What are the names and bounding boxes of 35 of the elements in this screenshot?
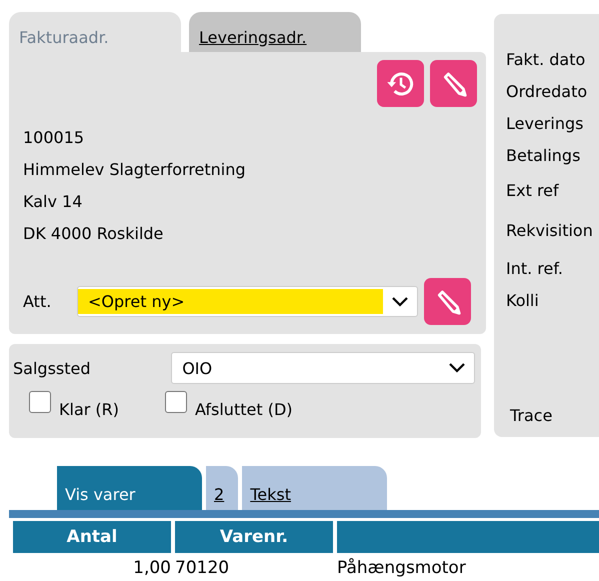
field-label: Ordredato — [506, 81, 588, 103]
checkbox-label: Klar (R) — [59, 399, 120, 419]
table-cell-text: 1,00 — [132, 557, 171, 580]
table-cell-text: Påhængsmotor — [337, 557, 467, 580]
history-button[interactable] — [377, 60, 424, 107]
lines-tab[interactable]: Vis varer — [57, 466, 202, 510]
edit-button[interactable] — [424, 278, 471, 325]
att-dropdown[interactable]: <Opret ny> — [77, 286, 418, 317]
field-label: Ext ref — [506, 180, 560, 202]
checkbox[interactable] — [165, 390, 188, 412]
address-tab[interactable]: Leveringsadr. — [189, 12, 361, 52]
address-line: Himmelev Slagterforretning — [23, 159, 247, 181]
column-header: Varenr. — [175, 521, 333, 553]
checkbox-label: Afsluttet (D) — [195, 399, 292, 419]
att-label: Att. — [23, 292, 52, 311]
lines-tab[interactable]: 2 — [206, 466, 238, 510]
field-label: Rekvisition — [506, 220, 594, 242]
salgssted-dropdown[interactable]: OIO — [171, 352, 475, 384]
edit-button[interactable] — [430, 60, 477, 107]
address-line: Kalv 14 — [23, 191, 84, 213]
trace-label: Trace — [510, 406, 554, 425]
column-header: Antal — [13, 521, 171, 553]
chevron-down-icon — [448, 362, 466, 374]
table-cell-text: 70120 — [175, 557, 230, 580]
address-line: DK 4000 Roskilde — [23, 223, 164, 245]
chevron-down-icon — [391, 296, 409, 308]
field-label: Int. ref. — [506, 258, 564, 280]
lines-tab[interactable]: Tekst — [242, 466, 388, 510]
checkbox[interactable] — [29, 390, 51, 412]
field-label: Betalings — [506, 145, 582, 167]
field-label: Fakt. dato — [506, 49, 586, 71]
field-label: Kolli — [506, 290, 540, 312]
address-line: 100015 — [23, 127, 86, 149]
salgssted-label: Salgssted — [13, 358, 92, 378]
field-label: Leverings — [506, 113, 584, 135]
